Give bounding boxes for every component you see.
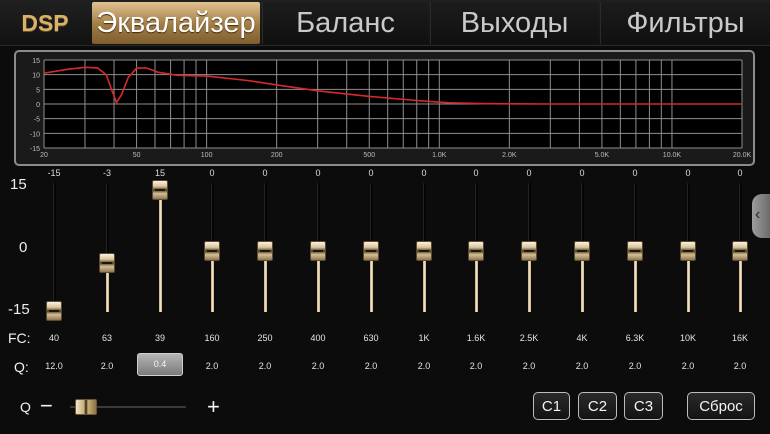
reset-button[interactable]: Сброс (687, 392, 755, 420)
band-slider-handle[interactable] (257, 241, 273, 261)
band-slider-handle[interactable] (310, 241, 326, 261)
graph-y-tick: 0 (36, 102, 40, 109)
graph-x-tick: 10.0K (663, 152, 682, 159)
band-slider-handle[interactable] (363, 241, 379, 261)
side-panel-handle[interactable]: ‹ (752, 194, 770, 238)
graph-x-tick: 500 (363, 152, 375, 159)
band-slider-handle[interactable] (46, 301, 62, 321)
gain-scale-mid: 0 (19, 239, 28, 256)
gain-scale-top: 15 (10, 176, 27, 193)
band-gain-value: 0 (526, 168, 532, 178)
band-gain-value: 0 (579, 168, 585, 178)
band-q-value-selected[interactable]: 0.4 (137, 353, 183, 376)
band-gain-value: 0 (473, 168, 479, 178)
graph-x-tick: 5.0K (595, 152, 610, 159)
band-gain-value: 0 (209, 168, 215, 178)
graph-x-tick: 20.0K (733, 152, 752, 159)
band-q-value[interactable]: 12.0 (34, 361, 74, 371)
q-control-label: Q (20, 399, 31, 415)
band-frequency[interactable]: 10K (668, 333, 708, 343)
band-gain-value: 0 (685, 168, 691, 178)
band-slider-handle[interactable] (416, 241, 432, 261)
band-frequency[interactable]: 4K (562, 333, 602, 343)
band-q-value[interactable]: 2.0 (562, 361, 602, 371)
band-slider-handle[interactable] (627, 241, 643, 261)
q-increase-button[interactable]: + (207, 396, 220, 418)
band-q-value[interactable]: 2.0 (404, 361, 444, 371)
band-gain-value: -3 (102, 168, 111, 178)
band-slider-track[interactable] (53, 183, 56, 312)
graph-x-tick: 20 (40, 152, 48, 159)
band-q-value[interactable]: 2.0 (351, 361, 391, 371)
band-gain-value: 0 (421, 168, 427, 178)
graph-x-tick: 200 (271, 152, 283, 159)
band-frequency[interactable]: 160 (192, 333, 232, 343)
band-frequency[interactable]: 40 (34, 333, 74, 343)
graph-y-tick: 10 (32, 73, 40, 80)
preset-c2-button[interactable]: C2 (578, 392, 617, 420)
dsp-logo: DSP (21, 9, 69, 36)
graph-y-tick: -10 (30, 131, 40, 138)
eq-response-graph: 15 10 5 0 -5 -10 -15 20 50 100 200 500 1.0K 2.0K 5.0K 1… (14, 50, 755, 166)
band-gain-value: 15 (154, 168, 165, 178)
band-frequency[interactable]: 630 (351, 333, 391, 343)
graph-y-tick: 5 (36, 87, 40, 94)
band-slider-handle[interactable] (521, 241, 537, 261)
band-slider-handle[interactable] (99, 253, 115, 273)
q-slider-handle[interactable] (74, 399, 97, 415)
preset-c1-button[interactable]: C1 (533, 392, 570, 420)
graph-x-tick: 50 (133, 152, 141, 159)
band-frequency[interactable]: 16K (720, 333, 760, 343)
fc-row-label: FC: (8, 330, 31, 346)
tab-equalizer[interactable]: Эквалайзер (92, 2, 260, 44)
band-frequency[interactable]: 39 (140, 333, 180, 343)
band-slider-handle[interactable] (732, 241, 748, 261)
band-q-value[interactable]: 2.0 (87, 361, 127, 371)
band-frequency[interactable]: 250 (245, 333, 285, 343)
band-gain-value: 0 (632, 168, 638, 178)
band-frequency[interactable]: 1.6K (456, 333, 496, 343)
band-gain-value: 0 (262, 168, 268, 178)
band-q-value[interactable]: 2.0 (720, 361, 760, 371)
band-slider-handle[interactable] (574, 241, 590, 261)
band-frequency[interactable]: 6.3K (615, 333, 655, 343)
band-gain-value: 0 (315, 168, 321, 178)
chevron-left-icon: ‹ (755, 206, 761, 223)
band-frequency[interactable]: 2.5K (509, 333, 549, 343)
band-frequency[interactable]: 1K (404, 333, 444, 343)
q-decrease-button[interactable]: − (40, 395, 53, 417)
graph-x-tick: 100 (201, 152, 213, 159)
band-frequency[interactable]: 63 (87, 333, 127, 343)
tab-filters[interactable]: Фильтры (600, 2, 770, 44)
band-q-value[interactable]: 2.0 (298, 361, 338, 371)
band-gain-value: -15 (47, 168, 61, 178)
tab-balance[interactable]: Баланс (262, 2, 428, 44)
band-gain-value: 0 (737, 168, 743, 178)
band-q-value[interactable]: 2.0 (192, 361, 232, 371)
band-q-value[interactable]: 2.0 (509, 361, 549, 371)
eq-curve-plot: 151050-5-10-1520 50 100 200 500 1.0K 2.0K 5.0K 1… (30, 58, 752, 159)
graph-x-tick: 1.0K (432, 152, 447, 159)
graph-y-tick: 15 (32, 58, 40, 65)
gain-scale-bottom: -15 (8, 301, 30, 318)
preset-c3-button[interactable]: C3 (624, 392, 663, 420)
band-slider-handle[interactable] (468, 241, 484, 261)
band-slider-handle[interactable] (204, 241, 220, 261)
band-slider-handle[interactable] (152, 180, 168, 200)
band-gain-value: 0 (368, 168, 374, 178)
band-q-value[interactable]: 2.0 (615, 361, 655, 371)
graph-y-tick: -5 (34, 117, 40, 124)
top-bar: DSP Эквалайзер Баланс Выходы Фильтры (0, 0, 770, 46)
band-q-value[interactable]: 2.0 (668, 361, 708, 371)
graph-y-tick: -15 (30, 146, 40, 153)
band-slider-handle[interactable] (680, 241, 696, 261)
tab-outputs[interactable]: Выходы (430, 2, 598, 44)
band-q-value[interactable]: 2.0 (245, 361, 285, 371)
band-frequency[interactable]: 400 (298, 333, 338, 343)
band-slider-fill (159, 190, 162, 312)
graph-x-tick: 2.0K (502, 152, 517, 159)
q-row-label: Q: (14, 359, 29, 375)
band-q-value[interactable]: 2.0 (456, 361, 496, 371)
